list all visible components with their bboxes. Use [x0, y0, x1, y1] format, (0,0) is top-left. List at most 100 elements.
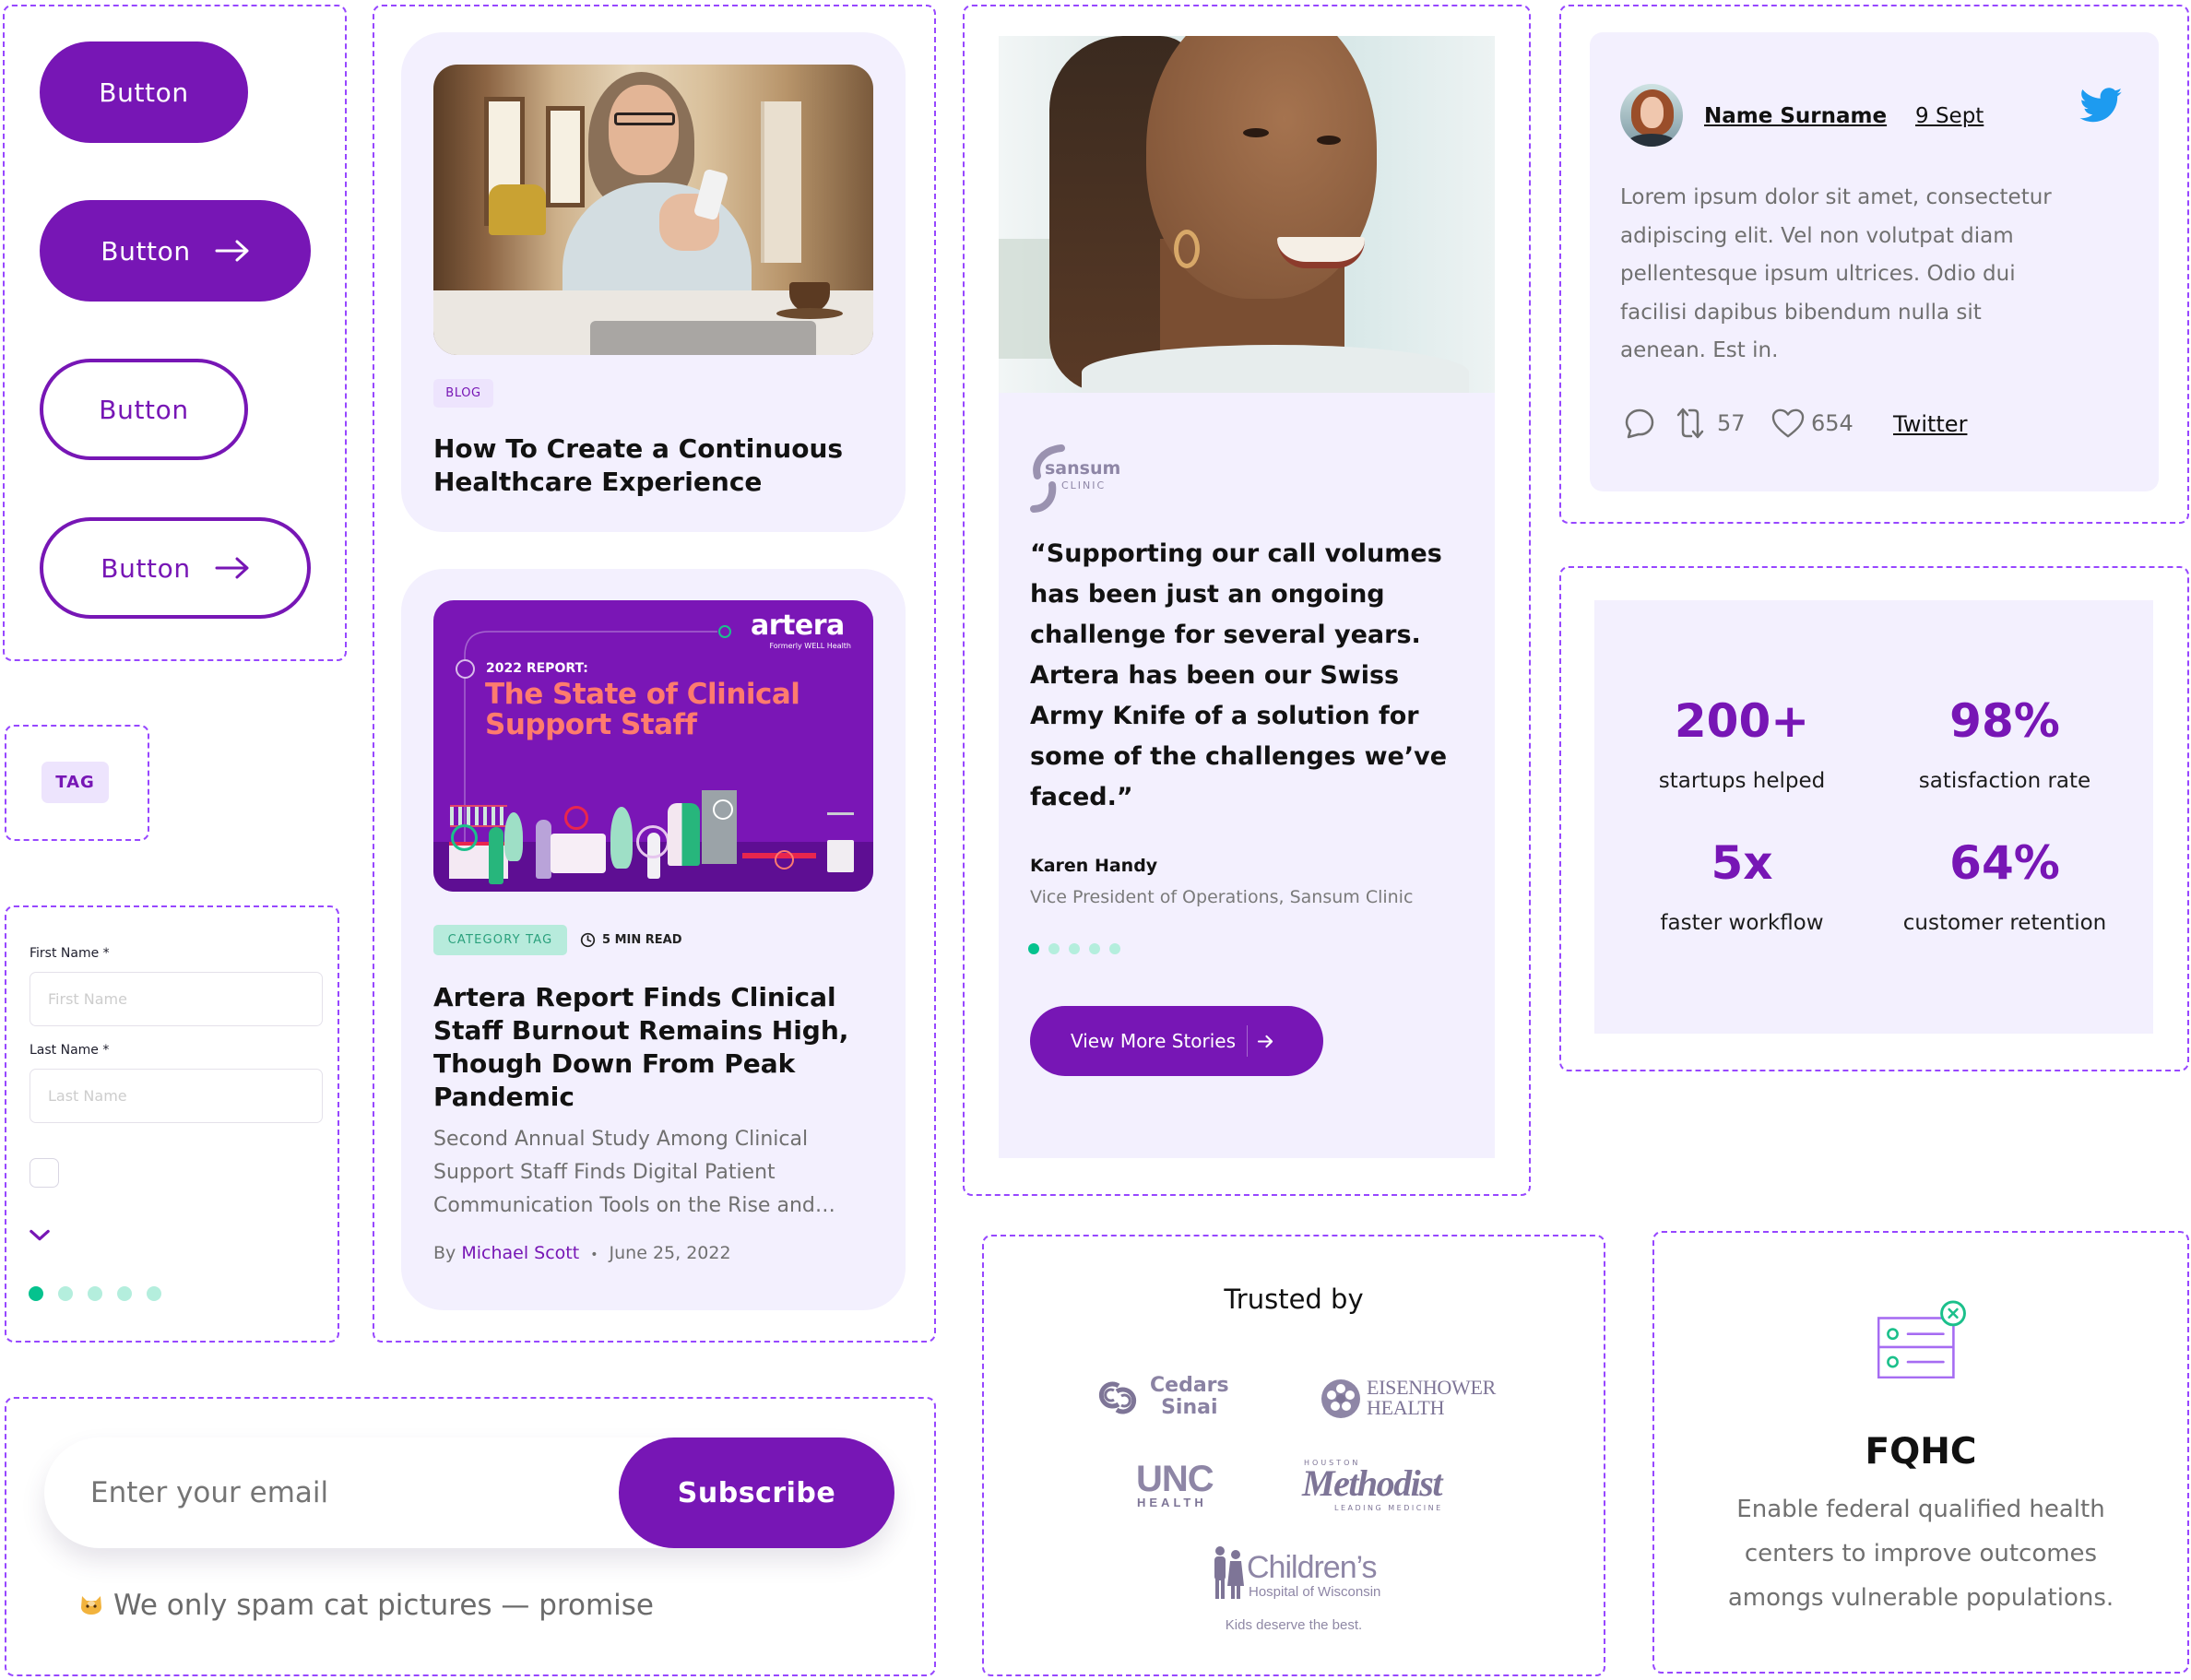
- ring-marker-green: [718, 625, 731, 638]
- logo-line: HEALTH: [1137, 1496, 1207, 1509]
- title-line: Artera Report Finds Clinical: [433, 982, 836, 1012]
- pagination-dot[interactable]: [1028, 943, 1039, 954]
- heart-icon[interactable]: [1771, 408, 1806, 439]
- logo-line: Hospital of Wisconsin: [1249, 1584, 1381, 1600]
- buttons-showcase: Button Button Button Button: [3, 5, 347, 661]
- byline: By Michael Scott • June 25, 2022: [433, 1240, 731, 1268]
- button-label: View More Stories: [1071, 1030, 1237, 1052]
- chevron-down-icon[interactable]: [30, 1229, 50, 1242]
- shirt-shape: [1082, 345, 1469, 393]
- last-name-label: Last Name *: [30, 1043, 110, 1058]
- stat-value: 5x: [1711, 836, 1773, 890]
- earring-shape: [1174, 230, 1200, 268]
- stat-value: 200+: [1674, 694, 1810, 748]
- tweet-date-link[interactable]: 9 Sept: [1915, 102, 1984, 130]
- cedars-sinai-logo: Cedars Sinai: [1095, 1375, 1242, 1421]
- testimonial-showcase: sansum CLINIC “Supporting our call volum…: [963, 5, 1531, 1196]
- stats-panel: 200+ startups helped 98% satisfaction ra…: [1594, 600, 2153, 1034]
- subscribe-button[interactable]: Subscribe: [619, 1437, 894, 1548]
- pagination-dot[interactable]: [1109, 943, 1120, 954]
- pagination-dot[interactable]: [88, 1286, 102, 1301]
- childrens-figures-icon: [1214, 1546, 1244, 1599]
- stat-label: satisfaction rate: [1918, 769, 2091, 793]
- quote-line: Army Knife of a solution for: [1030, 702, 1419, 730]
- secondary-button[interactable]: Button: [40, 359, 248, 460]
- unc-health-logo: UNC HEALTH: [1136, 1459, 1228, 1513]
- logo-line: LEADING MEDICINE: [1334, 1504, 1443, 1512]
- title-line: Though Down From Peak: [433, 1048, 796, 1079]
- blog-image-woman-using-phone: [433, 65, 873, 355]
- person-figure: [489, 827, 503, 884]
- tweet-line: aenean. Est in.: [1620, 338, 1779, 362]
- pagination-dot[interactable]: [29, 1286, 43, 1301]
- tweet-card: Name Surname 9 Sept Lorem ipsum dolor si…: [1590, 32, 2159, 491]
- pagination-dot[interactable]: [1089, 943, 1100, 954]
- primary-button[interactable]: Button: [40, 41, 248, 143]
- logo-line: UNC: [1136, 1459, 1214, 1499]
- window-shape: [546, 106, 585, 207]
- quote-line: some of the challenges we’ve: [1030, 742, 1448, 771]
- logo-line: Cedars: [1150, 1374, 1229, 1397]
- tweet-body: Lorem ipsum dolor sit amet, consectetur …: [1620, 179, 2052, 371]
- quote-line: faced.”: [1030, 783, 1133, 811]
- arrow-right-icon: [215, 557, 249, 579]
- secondary-button-with-arrow[interactable]: Button: [40, 517, 311, 619]
- reply-icon[interactable]: [1623, 407, 1656, 440]
- testimonial-author: Karen Handy: [1030, 856, 1158, 876]
- primary-button-with-arrow[interactable]: Button: [40, 200, 311, 302]
- tag-chip: TAG: [41, 762, 109, 803]
- blog-card-title[interactable]: Artera Report Finds Clinical Staff Burno…: [433, 981, 848, 1114]
- checkbox[interactable]: [30, 1158, 59, 1188]
- first-name-label: First Name *: [30, 946, 110, 961]
- logo-line: HEALTH: [1367, 1396, 1445, 1419]
- sansum-clinic-logo: sansum CLINIC: [1030, 444, 1120, 513]
- last-name-input[interactable]: [30, 1069, 323, 1123]
- ring-marker-red: [564, 806, 588, 830]
- headline-line: The State of Clinical: [485, 678, 800, 711]
- stat-label: faster workflow: [1660, 911, 1824, 935]
- twitter-bird-icon[interactable]: [2078, 88, 2123, 124]
- logo-line: Sinai: [1161, 1396, 1218, 1419]
- retweet-icon[interactable]: [1676, 405, 1705, 442]
- blog-excerpt: Second Annual Study Among Clinical Suppo…: [433, 1123, 835, 1223]
- blog-card[interactable]: BLOG How To Create a Continuous Healthca…: [401, 32, 906, 532]
- pagination-dot[interactable]: [58, 1286, 73, 1301]
- first-name-input[interactable]: [30, 972, 323, 1026]
- logo-text: EISENHOWER HEALTH: [1367, 1378, 1496, 1418]
- feature-description: Enable federal qualified health centers …: [1654, 1487, 2187, 1620]
- testimonial-photo: [999, 36, 1495, 393]
- tweet-line: pellentesque ipsum ultrices. Odio dui: [1620, 262, 2016, 286]
- ring-marker-coral: [775, 850, 794, 870]
- pagination-dot[interactable]: [117, 1286, 132, 1301]
- tweet-line: facilisi dapibus bibendum nulla sit: [1620, 300, 1982, 325]
- pagination-dot[interactable]: [147, 1286, 161, 1301]
- childrens-tagline: Kids deserve the best.: [1225, 1617, 1363, 1633]
- tweet-author-link[interactable]: Name Surname: [1704, 102, 1887, 130]
- shelf-left: [450, 805, 507, 827]
- view-more-stories-button[interactable]: View More Stories: [1030, 1006, 1323, 1076]
- smile-shape: [1277, 237, 1365, 268]
- ring-marker-white: [713, 799, 733, 820]
- pagination-dot[interactable]: [1069, 943, 1080, 954]
- stats-showcase: 200+ startups helped 98% satisfaction ra…: [1559, 566, 2189, 1071]
- pagination-dot[interactable]: [1048, 943, 1060, 954]
- avatar[interactable]: [1620, 84, 1683, 147]
- blog-card[interactable]: artera Formerly WELL Health 2022 REPORT:…: [401, 569, 906, 1310]
- report-headline: The State of Clinical Support Staff: [485, 678, 800, 740]
- childrens-hospital-logo: Children’s Hospital of Wisconsin: [1210, 1544, 1394, 1604]
- tag-showcase: TAG: [5, 725, 149, 841]
- blog-cards-showcase: BLOG How To Create a Continuous Healthca…: [373, 5, 936, 1343]
- brand-subtitle: Formerly WELL Health: [769, 642, 851, 650]
- byline-separator: •: [590, 1248, 598, 1262]
- blog-card-title[interactable]: How To Create a Continuous Healthcare Ex…: [433, 432, 843, 499]
- cat-face-icon: [81, 1596, 101, 1615]
- cabinet-shape: [827, 840, 854, 872]
- twitter-link[interactable]: Twitter: [1893, 410, 1967, 438]
- yellow-chair-shape: [489, 184, 546, 235]
- excerpt-line: Communication Tools on the Rise and…: [433, 1194, 835, 1217]
- avatar-shoulders: [1628, 134, 1676, 147]
- author-link[interactable]: Michael Scott: [461, 1243, 579, 1263]
- email-input[interactable]: [44, 1437, 634, 1548]
- quote-line: has been just an ongoing: [1030, 580, 1385, 609]
- newsletter-note: We only spam cat pictures — promise: [113, 1589, 654, 1622]
